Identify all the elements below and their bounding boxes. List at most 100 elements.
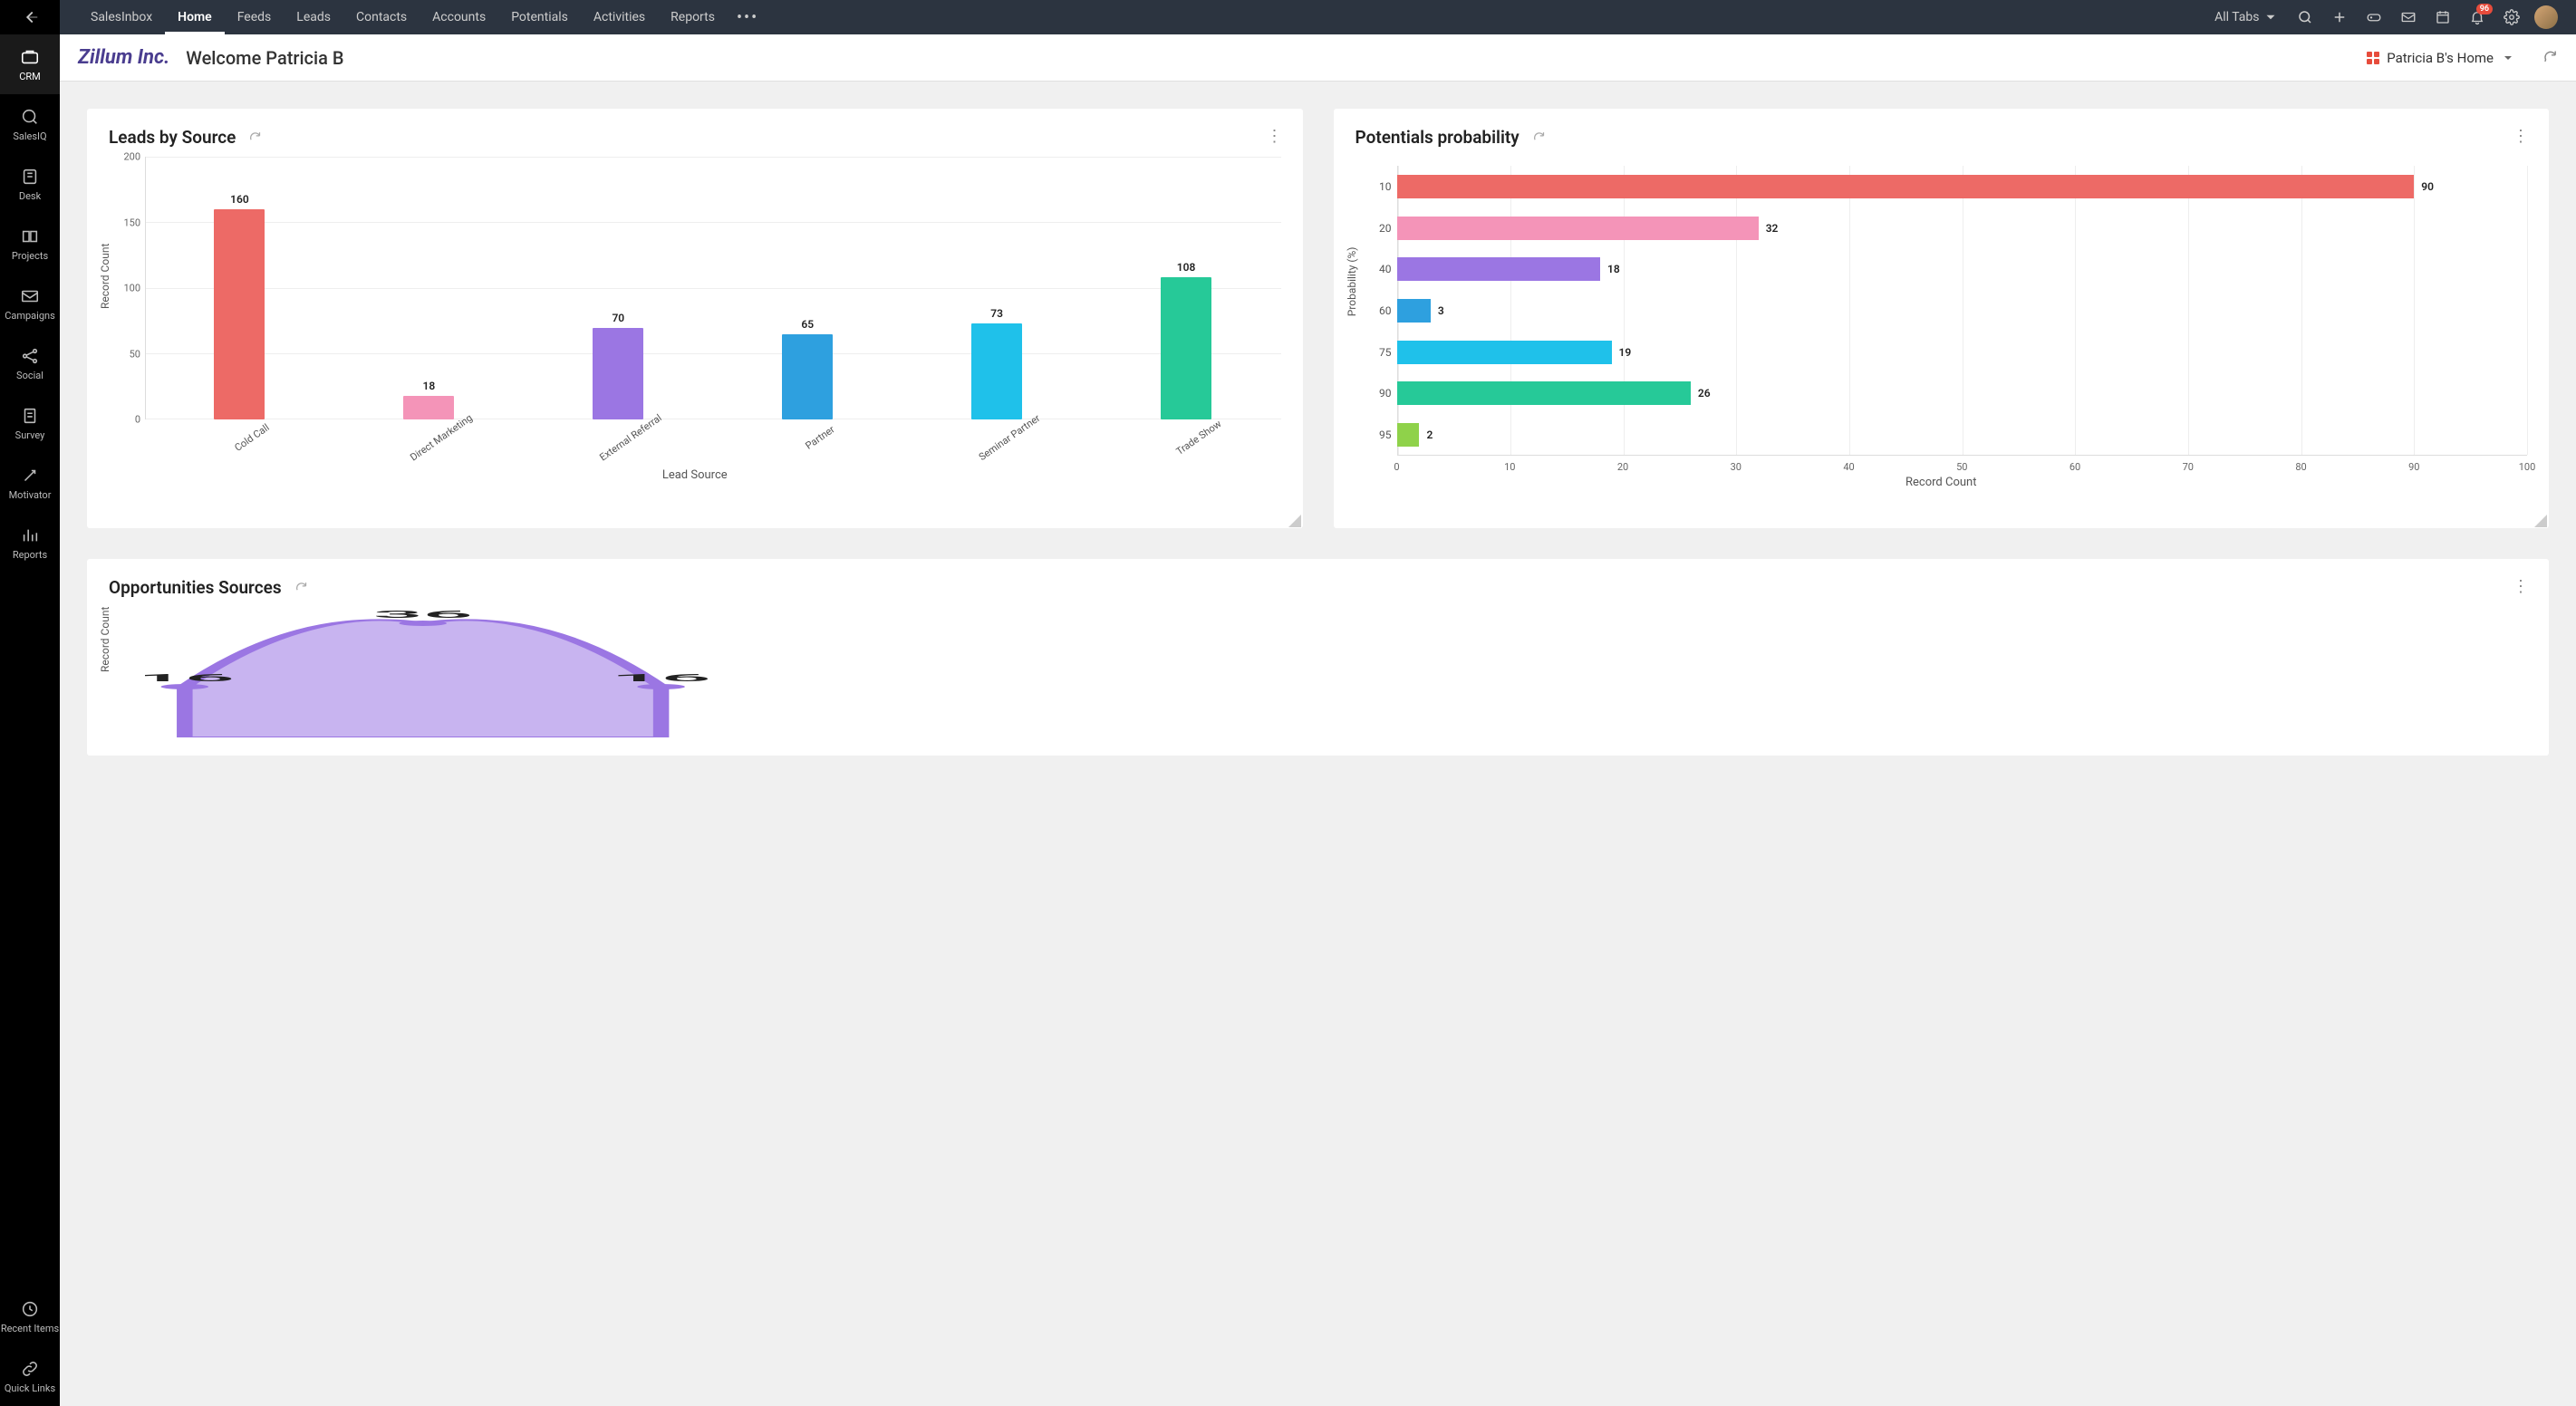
all-tabs-dropdown[interactable]: All Tabs — [2205, 0, 2288, 34]
bar[interactable] — [403, 396, 454, 419]
x-axis-label: Lead Source — [109, 468, 1281, 482]
refresh-icon — [294, 580, 308, 593]
card-title: Potentials probability — [1356, 127, 1520, 148]
bar[interactable] — [214, 209, 265, 419]
x-tick: 30 — [1731, 461, 1741, 473]
plus-icon — [2331, 9, 2348, 25]
app-item-label: Quick Links — [5, 1382, 55, 1394]
tab-leads[interactable]: Leads — [284, 0, 343, 34]
tab-salesinbox[interactable]: SalesInbox — [78, 0, 165, 34]
bar-category: External Referral — [598, 412, 664, 464]
card-refresh-button[interactable] — [1532, 130, 1546, 147]
app-sidebar: CRM SalesIQ Desk Projects Campaigns Soci… — [0, 0, 60, 1406]
calendar-button[interactable] — [2426, 0, 2460, 34]
bar[interactable] — [1397, 257, 1601, 281]
app-item-recent[interactable]: Recent Items — [0, 1286, 60, 1346]
mail-icon — [2400, 9, 2417, 25]
app-item-label: Survey — [15, 429, 45, 441]
bar-value: 18 — [423, 380, 436, 392]
bar-value: 32 — [1766, 222, 1779, 235]
y-tick: 50 — [113, 348, 140, 360]
x-tick: 0 — [1394, 461, 1399, 473]
y-category: 75 — [1366, 346, 1392, 359]
notifications-button[interactable]: 96 — [2460, 0, 2494, 34]
gear-icon — [2504, 9, 2520, 25]
y-tick: 100 — [113, 283, 140, 294]
tab-accounts[interactable]: Accounts — [420, 0, 498, 34]
card-leads-by-source: Leads by Source ⋮ Record Count 050100150… — [87, 109, 1303, 528]
potentials-chart: Probability (%) 010203040506070809010010… — [1356, 166, 2528, 510]
card-menu-button[interactable]: ⋮ — [2513, 577, 2529, 596]
x-tick: 10 — [1504, 461, 1515, 473]
app-item-salesiq[interactable]: SalesIQ — [0, 94, 60, 154]
app-item-projects[interactable]: Projects — [0, 214, 60, 274]
dashboard-select[interactable]: Patricia B's Home — [2367, 50, 2515, 66]
app-item-label: CRM — [19, 71, 41, 82]
app-item-label: Campaigns — [5, 310, 55, 322]
bar-value: 18 — [1607, 263, 1620, 275]
tab-activities[interactable]: Activities — [581, 0, 658, 34]
app-item-campaigns[interactable]: Campaigns — [0, 274, 60, 333]
app-item-motivator[interactable]: Motivator — [0, 453, 60, 513]
app-item-survey[interactable]: Survey — [0, 393, 60, 453]
y-tick: 0 — [113, 414, 140, 426]
gamepad-icon — [2366, 9, 2382, 25]
bar[interactable] — [971, 323, 1022, 419]
y-category: 90 — [1366, 387, 1392, 400]
y-axis-label: Record Count — [99, 607, 111, 672]
app-item-desk[interactable]: Desk — [0, 154, 60, 214]
tab-home[interactable]: Home — [165, 0, 225, 34]
bar[interactable] — [1397, 175, 2415, 198]
bar[interactable] — [1397, 381, 1691, 405]
tab-contacts[interactable]: Contacts — [343, 0, 420, 34]
app-item-label: Reports — [13, 549, 47, 561]
card-opportunities-sources: Opportunities Sources ⋮ Record Count 204… — [87, 559, 2549, 756]
app-item-label: Social — [16, 370, 43, 381]
card-title: Leads by Source — [109, 127, 236, 148]
app-item-label: Projects — [12, 250, 48, 262]
app-item-quicklinks[interactable]: Quick Links — [0, 1346, 60, 1406]
tab-feeds[interactable]: Feeds — [225, 0, 285, 34]
tab-potentials[interactable]: Potentials — [498, 0, 581, 34]
x-tick: 40 — [1843, 461, 1854, 473]
chevron-down-icon — [2262, 9, 2279, 25]
card-refresh-button[interactable] — [248, 130, 262, 147]
bar-category: Seminar Partner — [977, 412, 1042, 463]
dashboard-refresh-button[interactable] — [2542, 48, 2558, 67]
resize-handle[interactable] — [1288, 514, 1301, 526]
tabs-overflow-button[interactable]: ••• — [728, 8, 767, 27]
bar[interactable] — [1397, 217, 1759, 240]
app-item-crm[interactable]: CRM — [0, 34, 60, 94]
app-item-reports[interactable]: Reports — [0, 513, 60, 573]
y-category: 95 — [1366, 429, 1392, 441]
card-menu-button[interactable]: ⋮ — [1267, 127, 1283, 146]
bar[interactable] — [782, 334, 833, 419]
notification-badge: 96 — [2476, 4, 2493, 14]
bar[interactable] — [1397, 299, 1431, 323]
page-header: Zillum Inc. Welcome Patricia B Patricia … — [60, 34, 2576, 82]
games-button[interactable] — [2357, 0, 2391, 34]
y-category: 10 — [1366, 180, 1392, 193]
bar-value: 108 — [1177, 261, 1196, 274]
bar[interactable] — [1397, 341, 1612, 364]
mail-button[interactable] — [2391, 0, 2426, 34]
user-avatar[interactable] — [2534, 5, 2558, 29]
y-category: 60 — [1366, 304, 1392, 317]
company-name: Zillum Inc. — [78, 46, 169, 69]
tab-reports[interactable]: Reports — [658, 0, 728, 34]
bar-value: 70 — [612, 312, 624, 324]
card-refresh-button[interactable] — [294, 580, 308, 597]
card-menu-button[interactable]: ⋮ — [2513, 127, 2529, 146]
chevron-down-icon — [2501, 51, 2515, 65]
resize-handle[interactable] — [2534, 514, 2547, 526]
bar[interactable] — [1161, 277, 1211, 419]
app-item-social[interactable]: Social — [0, 333, 60, 393]
sidebar-collapse-button[interactable] — [0, 0, 60, 34]
x-tick: 80 — [2295, 461, 2306, 473]
add-button[interactable] — [2322, 0, 2357, 34]
card-potentials-probability: Potentials probability ⋮ Probability (%)… — [1334, 109, 2550, 528]
settings-button[interactable] — [2494, 0, 2529, 34]
bar[interactable] — [593, 328, 643, 420]
bar[interactable] — [1397, 423, 1420, 447]
search-button[interactable] — [2288, 0, 2322, 34]
